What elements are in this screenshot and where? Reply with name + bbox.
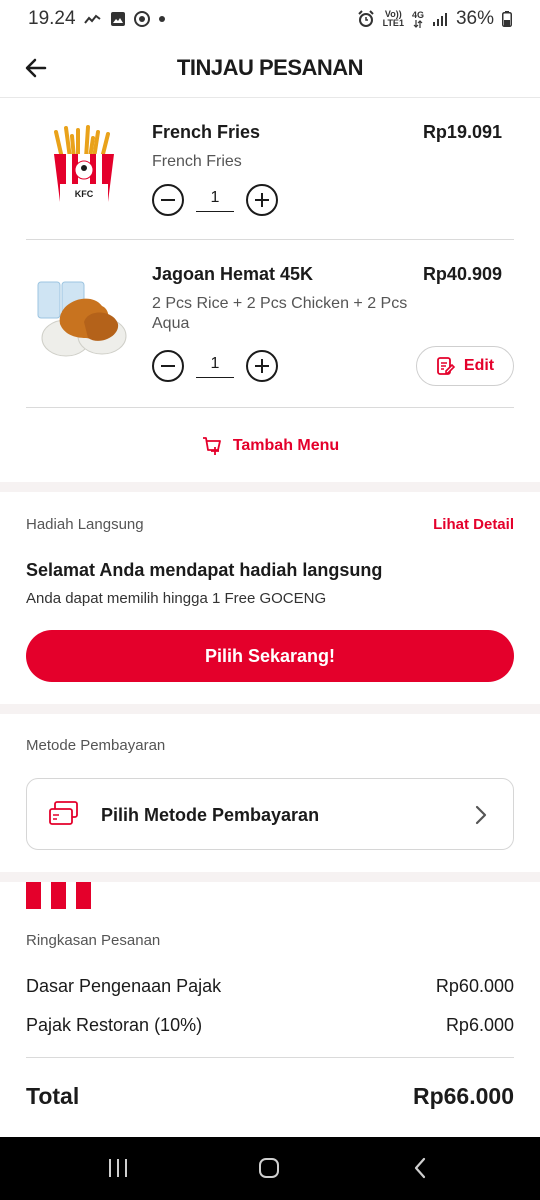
- home-icon: [259, 1158, 279, 1178]
- decrease-quantity-button[interactable]: [152, 350, 184, 382]
- battery-percent: 36%: [455, 8, 494, 29]
- edit-item-button[interactable]: Edit: [416, 346, 514, 386]
- increase-quantity-button[interactable]: [246, 350, 278, 382]
- home-button[interactable]: [249, 1153, 289, 1183]
- item-divider: [26, 407, 514, 408]
- status-left: 19.24: [28, 8, 166, 30]
- summary-section-label: Ringkasan Pesanan: [26, 932, 161, 949]
- edit-note-icon: [436, 357, 456, 375]
- summary-row-label: Pajak Restoran (10%): [26, 1015, 203, 1035]
- chevron-right-icon: [475, 805, 487, 830]
- decrease-quantity-button[interactable]: [152, 184, 184, 216]
- total-label: Total: [26, 1083, 80, 1109]
- quantity-stepper: 1: [152, 350, 278, 382]
- add-cart-icon: [202, 437, 221, 455]
- select-payment-method-button[interactable]: Pilih Metode Pembayaran: [26, 778, 514, 850]
- summary-row-value: Rp60.000: [435, 976, 514, 996]
- section-separator: [0, 872, 540, 882]
- back-chevron-icon: [414, 1157, 426, 1179]
- edit-label: Edit: [463, 357, 495, 374]
- gallery-icon: [110, 11, 126, 27]
- app-header: TINJAU PESANAN: [0, 38, 540, 98]
- gift-subtitle: Anda dapat memilih hingga 1 Free GOCENG: [26, 590, 327, 607]
- summary-row: Dasar Pengenaan Pajak Rp60.000: [26, 976, 514, 997]
- recent-apps-button[interactable]: [98, 1153, 138, 1183]
- total-value: Rp66.000: [412, 1083, 514, 1109]
- network-type-label: 4G: [411, 9, 424, 20]
- system-navigation-bar: [0, 1137, 540, 1200]
- choose-now-button[interactable]: Pilih Sekarang!: [26, 630, 514, 682]
- add-menu-button[interactable]: Tambah Menu: [0, 432, 540, 460]
- section-separator: [0, 704, 540, 714]
- cart-item: KFC French Fries Rp19.091 French Fries 1: [26, 118, 514, 228]
- cart-item: Jagoan Hemat 45K Rp40.909 2 Pcs Rice + 2…: [26, 262, 514, 392]
- gift-section-label: Hadiah Langsung: [26, 516, 144, 533]
- card-icon: [49, 800, 79, 833]
- item-name: Jagoan Hemat 45K: [152, 264, 314, 284]
- page-title: TINJAU PESANAN: [176, 55, 364, 80]
- item-divider: [26, 239, 514, 240]
- item-price: Rp40.909: [422, 264, 502, 284]
- increase-quantity-button[interactable]: [246, 184, 278, 216]
- quantity-value[interactable]: 1: [196, 355, 234, 378]
- see-detail-link[interactable]: Lihat Detail: [433, 516, 514, 533]
- total-row: Total Rp66.000: [26, 1083, 514, 1110]
- status-right: Vo)) LTE1 4G 36%: [357, 8, 512, 30]
- target-app-icon: [133, 11, 150, 27]
- status-bar: 19.24 Vo)) LTE1 4G 36%: [0, 0, 540, 38]
- summary-row: Pajak Restoran (10%) Rp6.000: [26, 1015, 514, 1036]
- volte-bottom-label: LTE1: [382, 18, 404, 28]
- alarm-icon: [357, 10, 375, 28]
- battery-icon: [502, 11, 512, 27]
- combo-meal-image: [26, 272, 142, 372]
- item-name: French Fries: [152, 122, 261, 142]
- item-description: 2 Pcs Rice + 2 Pcs Chicken + 2 Pcs Aqua: [152, 295, 408, 332]
- payment-section-label: Metode Pembayaran: [26, 737, 166, 754]
- recent-apps-icon: [109, 1159, 127, 1177]
- summary-divider: [26, 1057, 514, 1058]
- volte-icon: Vo)) LTE1: [383, 10, 404, 28]
- kfc-logo-text: KFC: [75, 189, 94, 199]
- item-price: Rp19.091: [422, 122, 502, 142]
- status-time: 19.24: [28, 8, 76, 29]
- add-menu-label: Tambah Menu: [232, 437, 340, 454]
- signal-bars-icon: [432, 12, 448, 26]
- network-type-icon: 4G: [411, 9, 424, 28]
- quantity-value[interactable]: 1: [196, 189, 234, 212]
- kfc-stripes-decoration: [26, 882, 91, 909]
- item-description: French Fries: [152, 153, 242, 170]
- signal-wave-icon: [83, 13, 102, 25]
- back-nav-button[interactable]: [400, 1153, 440, 1183]
- quantity-stepper: 1: [152, 184, 278, 216]
- summary-row-value: Rp6.000: [445, 1015, 514, 1035]
- french-fries-image: KFC: [26, 124, 142, 224]
- payment-method-label: Pilih Metode Pembayaran: [101, 805, 320, 825]
- notification-dot-icon: [158, 15, 166, 23]
- gift-title: Selamat Anda mendapat hadiah langsung: [26, 560, 383, 580]
- summary-row-label: Dasar Pengenaan Pajak: [26, 976, 222, 996]
- section-separator: [0, 482, 540, 492]
